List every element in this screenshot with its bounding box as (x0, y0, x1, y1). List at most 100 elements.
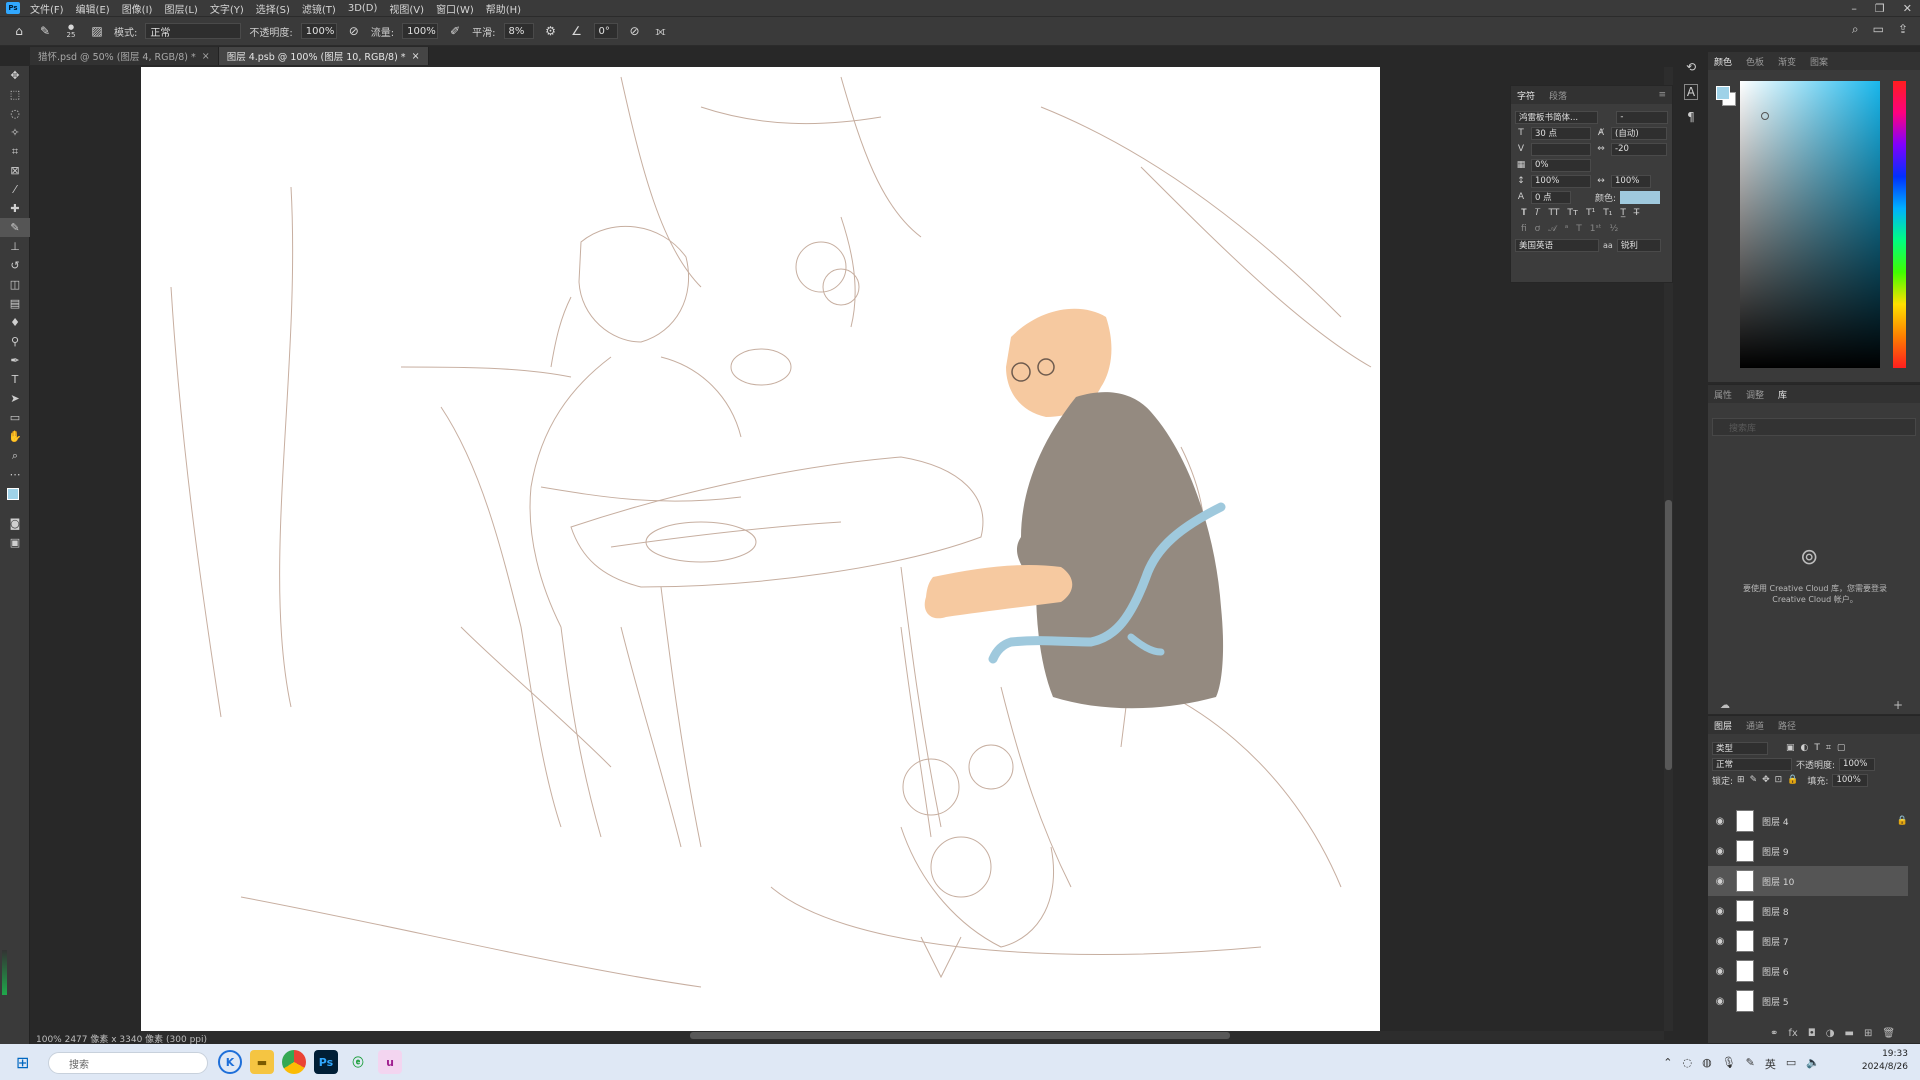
tracking-field[interactable]: -20 (1611, 142, 1667, 156)
photoshop-taskbar-icon[interactable]: Ps (314, 1050, 338, 1074)
baseline-field[interactable]: 0 点 (1531, 190, 1571, 204)
volume-icon[interactable]: 🔈 (1806, 1056, 1820, 1072)
pen-tool-icon[interactable]: ✒ (0, 351, 30, 370)
start-icon[interactable]: ⊞ (16, 1053, 29, 1072)
menu-layer[interactable]: 图层(L) (158, 1, 203, 16)
menu-3d[interactable]: 3D(D) (342, 3, 384, 14)
tab-swatches[interactable]: 色板 (1746, 55, 1764, 68)
panel-menu-icon[interactable]: ≡ (1658, 90, 1666, 100)
opacity-field[interactable]: 100% (300, 23, 337, 39)
fx-icon[interactable]: fx (1788, 1028, 1797, 1039)
tab-character[interactable]: 字符 (1517, 89, 1535, 102)
subscript-icon[interactable]: T₁ (1603, 208, 1612, 218)
chrome-icon[interactable] (282, 1050, 306, 1074)
microphone-icon[interactable]: 🎙 (1722, 1056, 1736, 1072)
search-icon[interactable]: ⌕ (1852, 22, 1859, 37)
adjustment-icon[interactable]: ◑ (1826, 1028, 1835, 1039)
brush-tool-icon[interactable]: ✎ (36, 22, 54, 40)
fractions-icon[interactable]: ½ (1609, 224, 1618, 234)
tsume-field[interactable]: 0% (1531, 158, 1591, 172)
pen-icon[interactable]: ✎ (1746, 1056, 1755, 1072)
app-k-icon[interactable]: K (218, 1050, 242, 1074)
menu-type[interactable]: 文字(Y) (204, 1, 250, 16)
symmetry-icon[interactable]: ⟗ (652, 22, 670, 40)
eye-icon[interactable]: ◉ (1712, 936, 1728, 947)
new-layer-icon[interactable]: ⊞ (1864, 1028, 1872, 1039)
eye-icon[interactable]: ◉ (1712, 906, 1728, 917)
tray-app-icon[interactable]: ◌ (1682, 1056, 1692, 1072)
text-color-swatch[interactable] (1620, 190, 1661, 204)
ordinals-icon[interactable]: 1ˢᵗ (1590, 224, 1602, 234)
menu-edit[interactable]: 编辑(E) (70, 1, 116, 16)
brush-tool-icon[interactable]: ✎ (0, 218, 30, 237)
group-icon[interactable]: ▬ (1845, 1028, 1854, 1039)
font-size-field[interactable]: 30 点 (1531, 126, 1591, 140)
menu-image[interactable]: 图像(I) (116, 1, 159, 16)
superscript-icon[interactable]: T¹ (1586, 208, 1595, 218)
fill-field[interactable]: 100% (1832, 773, 1869, 787)
lasso-tool-icon[interactable]: ◌ (0, 104, 30, 123)
add-library-icon[interactable]: + (1893, 698, 1903, 712)
small-caps-icon[interactable]: Tт (1567, 208, 1578, 218)
color-picker-cursor[interactable] (1761, 112, 1769, 120)
tab-patterns[interactable]: 图案 (1810, 55, 1828, 68)
delete-layer-icon[interactable]: 🗑 (1882, 1028, 1895, 1039)
foreground-color-swatch[interactable] (1716, 86, 1730, 100)
blur-tool-icon[interactable]: ♦ (0, 313, 30, 332)
document-canvas[interactable] (141, 67, 1380, 1031)
angle-field[interactable]: 0° (593, 23, 618, 39)
eyedropper-tool-icon[interactable]: ⁄ (0, 180, 30, 199)
tray-chevron-icon[interactable]: ⌃ (1663, 1056, 1672, 1072)
faux-italic-icon[interactable]: 𝑇 (1535, 208, 1541, 218)
home-icon[interactable]: ⌂ (10, 22, 28, 40)
menu-select[interactable]: 选择(S) (250, 1, 296, 16)
tab-channels[interactable]: 通道 (1746, 719, 1764, 732)
layer-row[interactable]: ◉ 图层 8 (1708, 896, 1908, 926)
menu-filter[interactable]: 滤镜(T) (296, 1, 342, 16)
airbrush-icon[interactable]: ✐ (446, 22, 464, 40)
flow-field[interactable]: 100% (402, 23, 439, 39)
minimize-icon[interactable]: – (1851, 2, 1857, 15)
paragraph-panel-icon[interactable]: ¶ (1687, 110, 1695, 124)
taskbar-clock[interactable]: 19:33 2024/8/26 (1862, 1048, 1908, 1074)
eye-icon[interactable]: ◉ (1712, 816, 1728, 827)
history-panel-icon[interactable]: ⟲ (1686, 60, 1696, 74)
menu-window[interactable]: 窗口(W) (430, 1, 480, 16)
layer-opacity-field[interactable]: 100% (1839, 757, 1876, 771)
layer-row[interactable]: ◉ 图层 7 (1708, 926, 1908, 956)
app-green-icon[interactable]: ⓔ (346, 1050, 370, 1074)
alternates-icon[interactable]: ᵃ (1565, 224, 1569, 234)
mode-select[interactable]: 正常 (145, 23, 242, 39)
old-style-icon[interactable]: ơ (1535, 224, 1541, 234)
menu-file[interactable]: 文件(F) (24, 1, 70, 16)
underline-icon[interactable]: T̲ (1620, 208, 1626, 218)
network-icon[interactable]: ▭ (1786, 1056, 1796, 1072)
strikethrough-icon[interactable]: T̶ (1634, 208, 1640, 218)
eye-icon[interactable]: ◉ (1712, 876, 1728, 887)
hue-slider[interactable] (1893, 81, 1906, 368)
eye-icon[interactable]: ◉ (1712, 966, 1728, 977)
eye-icon[interactable]: ◉ (1712, 996, 1728, 1007)
tray-app2-icon[interactable]: ◍ (1702, 1056, 1712, 1072)
library-search-input[interactable]: 搜索库 (1712, 418, 1916, 436)
kerning-field[interactable] (1531, 142, 1591, 156)
color-swatches[interactable] (0, 484, 30, 514)
share-icon[interactable]: ⇪ (1898, 22, 1908, 37)
font-family-select[interactable]: 鸿雷板书简体... (1515, 110, 1599, 124)
dodge-tool-icon[interactable]: ⚲ (0, 332, 30, 351)
layer-filter-icons[interactable]: ▣◐T⌗▢ (1786, 743, 1851, 753)
cloud-sync-icon[interactable]: ☁ (1720, 700, 1730, 711)
tab-color[interactable]: 颜色 (1714, 55, 1732, 68)
menu-view[interactable]: 视图(V) (383, 1, 430, 16)
move-tool-icon[interactable]: ✥ (0, 66, 30, 85)
magic-wand-tool-icon[interactable]: ✧ (0, 123, 30, 142)
antialias-select[interactable]: 锐利 (1616, 238, 1661, 252)
horizontal-scrollbar-thumb[interactable] (690, 1032, 1230, 1039)
font-style-select[interactable]: - (1616, 110, 1668, 124)
lock-icons[interactable]: ⊞✎✥⊡🔒 (1737, 775, 1803, 785)
titling-icon[interactable]: T (1576, 224, 1582, 234)
workspace-icon[interactable]: ▭ (1873, 22, 1884, 37)
menu-help[interactable]: 帮助(H) (480, 1, 527, 16)
screen-mode-icon[interactable]: ▣ (0, 533, 30, 552)
layer-row[interactable]: ◉ 图层 9 (1708, 836, 1908, 866)
